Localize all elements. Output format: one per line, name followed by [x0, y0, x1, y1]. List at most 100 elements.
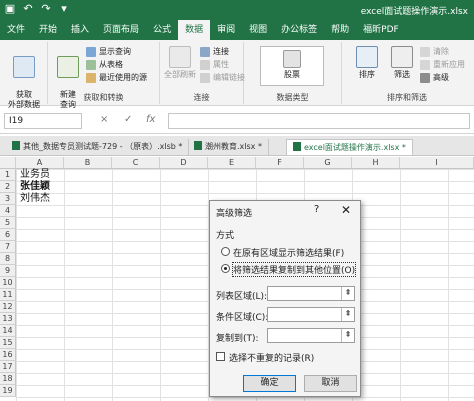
workbook-tab-2[interactable]: 潮州教育.xlsx * — [188, 139, 269, 155]
tab-review[interactable]: 审阅 — [210, 20, 242, 40]
sort-button[interactable]: 排序 — [352, 46, 382, 80]
filter-button[interactable]: 筛选 — [388, 46, 416, 80]
excel-file-icon — [293, 142, 301, 151]
row-header-7[interactable]: 7 — [0, 241, 16, 253]
row-header-2[interactable]: 2 — [0, 181, 16, 193]
excel-file-icon — [194, 141, 202, 150]
insert-function-icon[interactable]: fx — [146, 114, 155, 125]
from-table-button[interactable]: 从表格 — [86, 59, 123, 71]
cell-a1[interactable]: 业务员 — [20, 169, 50, 181]
collapse-dialog-icon[interactable]: ⇞ — [341, 287, 354, 300]
name-box[interactable]: I19 — [4, 113, 82, 129]
row-header-3[interactable]: 3 — [0, 193, 16, 205]
row-header-10[interactable]: 10 — [0, 277, 16, 289]
option-in-place-label[interactable]: 在原有区域显示筛选结果(F) — [233, 246, 344, 259]
copy-to-input[interactable]: ⇞ — [267, 328, 355, 343]
criteria-range-input[interactable]: ⇞ — [267, 307, 355, 322]
tab-help[interactable]: 帮助 — [324, 20, 356, 40]
select-all-corner[interactable] — [0, 157, 16, 169]
show-query-button[interactable]: 显示查询 — [86, 46, 131, 58]
cancel-button[interactable]: 取消 — [304, 375, 357, 392]
row-header-17[interactable]: 17 — [0, 361, 16, 373]
row-header-16[interactable]: 16 — [0, 349, 16, 361]
row-header-4[interactable]: 4 — [0, 205, 16, 217]
column-header-f[interactable]: F — [256, 157, 304, 169]
reapply-icon — [420, 60, 430, 70]
column-header-i[interactable]: I — [400, 157, 474, 169]
group-connections: 全部刷新 连接 属性 编辑链接 连接 — [160, 42, 245, 104]
tab-foxit-pdf[interactable]: 福昕PDF — [356, 20, 406, 40]
row-header-1[interactable]: 1 — [0, 169, 16, 181]
tab-file[interactable]: 文件 — [0, 20, 32, 40]
row-header-9[interactable]: 9 — [0, 265, 16, 277]
ribbon-tabs: 文件 开始 插入 页面布局 公式 数据 审阅 视图 办公标签 帮助 福昕PDF — [0, 20, 474, 40]
row-header-18[interactable]: 18 — [0, 373, 16, 385]
save-icon[interactable]: ▣ — [3, 2, 17, 16]
tab-insert[interactable]: 插入 — [64, 20, 96, 40]
collapse-dialog-icon[interactable]: ⇞ — [341, 308, 354, 321]
advanced-filter-dialog: 高级筛选 ? ✕ 方式 在原有区域显示筛选结果(F) 将筛选结果复制到其他位置(… — [209, 200, 361, 397]
edit-links-button[interactable]: 编辑链接 — [200, 72, 245, 84]
customize-icon[interactable]: ▾ — [57, 2, 71, 16]
workbook-tab-1[interactable]: 其他_数据专员测试题-729 - （原表）.xlsb * — [6, 139, 190, 155]
row-header-13[interactable]: 13 — [0, 313, 16, 325]
option-copy-radio[interactable] — [221, 264, 230, 273]
row-header-15[interactable]: 15 — [0, 337, 16, 349]
row-header-6[interactable]: 6 — [0, 229, 16, 241]
redo-icon[interactable]: ↷ — [39, 2, 53, 16]
collapse-dialog-icon[interactable]: ⇞ — [341, 329, 354, 342]
cell-a2[interactable]: 张佳颖 — [20, 181, 50, 193]
tab-home[interactable]: 开始 — [32, 20, 64, 40]
clear-filter-icon — [420, 47, 430, 57]
help-icon[interactable]: ? — [314, 204, 319, 215]
row-header-8[interactable]: 8 — [0, 253, 16, 265]
refresh-icon — [169, 46, 191, 68]
row-header-5[interactable]: 5 — [0, 217, 16, 229]
column-header-b[interactable]: B — [64, 157, 112, 169]
row-header-12[interactable]: 12 — [0, 301, 16, 313]
unique-records-label[interactable]: 选择不重复的记录(R) — [229, 351, 314, 364]
column-header-d[interactable]: D — [160, 157, 208, 169]
ok-button[interactable]: 确定 — [243, 375, 296, 392]
new-query-icon — [57, 56, 79, 78]
edit-links-icon — [200, 73, 210, 83]
refresh-all-button[interactable]: 全部刷新 — [162, 46, 198, 80]
option-in-place-radio[interactable] — [221, 247, 230, 256]
connections-button[interactable]: 连接 — [200, 46, 229, 58]
group-label-connections: 连接 — [193, 93, 210, 102]
formula-input[interactable] — [168, 113, 470, 129]
column-header-h[interactable]: H — [352, 157, 400, 169]
cancel-entry-icon[interactable]: × — [100, 114, 108, 125]
table-icon — [86, 60, 96, 70]
row-header-19[interactable]: 19 — [0, 385, 16, 397]
group-label-get-transform: 获取和转换 — [83, 93, 124, 102]
tab-office-tab[interactable]: 办公标签 — [274, 20, 324, 40]
option-copy-label[interactable]: 将筛选结果复制到其他位置(O) — [231, 262, 357, 277]
advanced-filter-icon — [420, 73, 430, 83]
stocks-button[interactable]: 股票 — [260, 46, 324, 86]
tab-view[interactable]: 视图 — [242, 20, 274, 40]
tab-formulas[interactable]: 公式 — [146, 20, 178, 40]
reapply-button[interactable]: 重新应用 — [420, 59, 465, 71]
cell-a3[interactable]: 刘伟杰 — [20, 193, 50, 205]
row-header-14[interactable]: 14 — [0, 325, 16, 337]
tab-page-layout[interactable]: 页面布局 — [96, 20, 146, 40]
column-header-e[interactable]: E — [208, 157, 256, 169]
confirm-entry-icon[interactable]: ✓ — [124, 114, 132, 125]
column-header-a[interactable]: A — [16, 157, 64, 169]
column-header-g[interactable]: G — [304, 157, 352, 169]
recent-sources-button[interactable]: 最近使用的源 — [86, 72, 147, 84]
undo-icon[interactable]: ↶ — [21, 2, 35, 16]
list-range-input[interactable]: ⇞ — [267, 286, 355, 301]
get-external-data-button[interactable]: 获取 外部数据 — [4, 46, 44, 110]
workbook-tab-3[interactable]: excel面试题操作演示.xlsx * — [286, 139, 413, 155]
clear-button[interactable]: 清除 — [420, 46, 449, 58]
close-icon[interactable]: ✕ — [341, 203, 351, 217]
group-get-transform: 新建 查询 显示查询 从表格 最近使用的源 获取和转换 — [48, 42, 160, 109]
advanced-filter-button[interactable]: 高级 — [420, 72, 449, 84]
properties-button[interactable]: 属性 — [200, 59, 229, 71]
row-header-11[interactable]: 11 — [0, 289, 16, 301]
unique-records-checkbox[interactable] — [216, 352, 225, 361]
tab-data[interactable]: 数据 — [178, 20, 211, 40]
column-header-c[interactable]: C — [112, 157, 160, 169]
